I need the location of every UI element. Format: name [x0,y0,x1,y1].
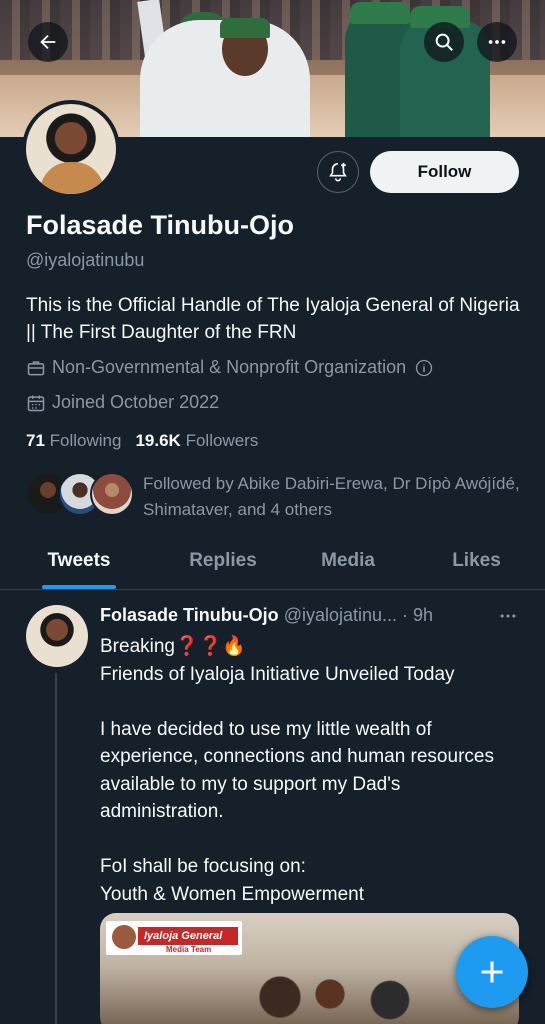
media-logo: Iyaloja General Media Team [106,921,242,955]
info-icon[interactable] [414,358,434,378]
tab-media[interactable]: Media [288,538,408,589]
profile-bio: This is the Official Handle of The Iyalo… [26,295,520,343]
calendar-icon [27,395,45,411]
notifications-button[interactable] [317,151,359,193]
tab-tweets[interactable]: Tweets [0,538,158,589]
category-label: Non-Governmental & Nonprofit Organizatio… [52,357,407,377]
following-link[interactable]: 71 Following [26,431,121,451]
more-horizontal-icon [488,40,506,44]
following-label: Following [49,431,122,450]
bell-plus-icon [329,162,347,182]
media-tag-title: Iyaloja General [138,927,238,945]
media-logo-avatar [112,925,136,949]
profile-tabs: Tweets Replies Media Likes [0,538,545,590]
follow-counts: 71 Following 19.6K Followers [26,431,258,451]
followed-by-text[interactable]: Followed by Abike Dabiri-Erewa, Dr Dípò … [143,471,523,523]
profile-name: Folasade Tinubu-Ojo [26,210,295,240]
profile-handle: @iyalojatinubu [26,250,145,270]
avatar [90,472,134,516]
tweet-avatar[interactable] [26,605,88,667]
search-icon [435,33,453,51]
briefcase-icon [27,360,45,375]
followers-label: Followers [185,431,259,450]
following-count: 71 [26,431,45,450]
joined-label: Joined October 2022 [52,392,220,412]
compose-tweet-button[interactable] [456,936,528,1008]
tweet-author-name[interactable]: Folasade Tinubu-Ojo [100,605,279,625]
follow-button[interactable]: Follow [370,151,519,193]
tab-replies[interactable]: Replies [158,538,288,589]
followers-count: 19.6K [135,431,181,450]
arrow-left-icon [40,34,56,50]
tweet-header: Folasade Tinubu-Ojo @iyalojatinu... · 9h [100,605,433,626]
tweet-author-handle[interactable]: @iyalojatinu... [284,605,397,625]
banner-figure [220,18,270,38]
back-button[interactable] [28,22,68,62]
mutual-followers-avatars[interactable] [26,472,134,516]
profile-avatar[interactable] [22,100,120,198]
plus-icon [481,961,503,983]
tweet-more-icon[interactable] [497,606,519,626]
banner-figure [350,2,410,24]
profile-category: Non-Governmental & Nonprofit Organizatio… [26,357,440,378]
tweet-text: Breaking❓❓🔥 Friends of Iyaloja Initiativ… [100,636,494,905]
thread-line [55,673,57,1024]
tab-likes[interactable]: Likes [408,538,545,589]
profile-joined: Joined October 2022 [26,392,219,413]
search-button[interactable] [424,22,464,62]
media-tag-subtitle: Media Team [166,945,212,954]
tweet-time[interactable]: · 9h [402,605,433,625]
followers-link[interactable]: 19.6K Followers [135,431,258,451]
media-people [240,973,440,1024]
more-options-button[interactable] [477,22,517,62]
